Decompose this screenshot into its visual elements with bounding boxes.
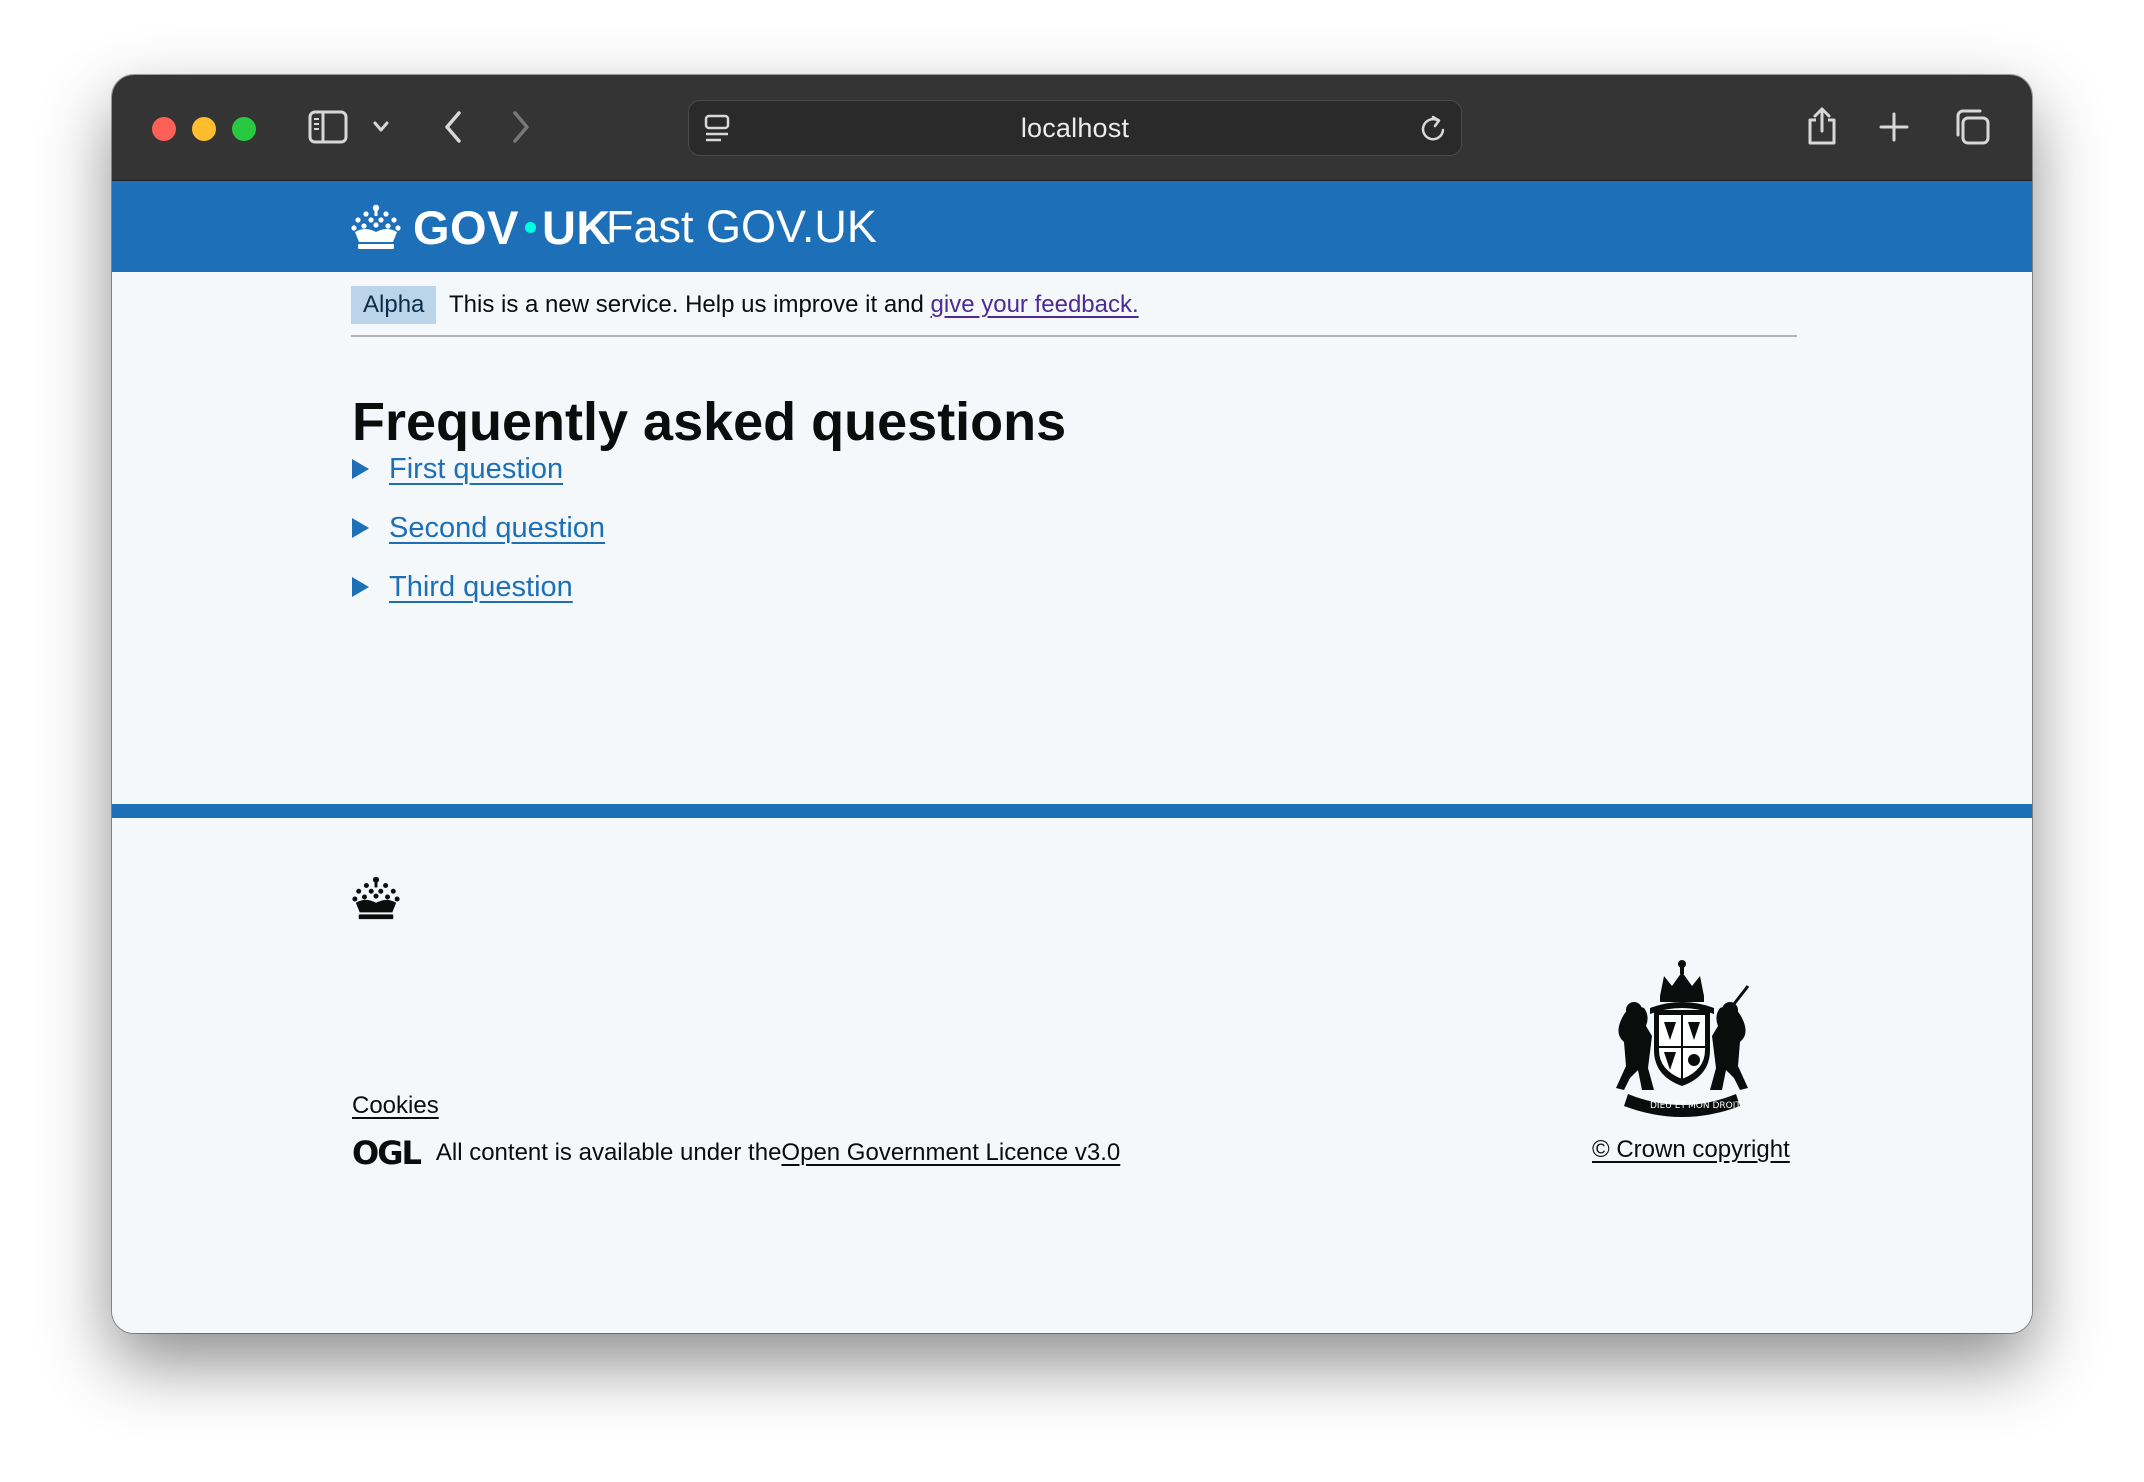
logo-dot: [524, 221, 536, 233]
back-arrow-icon[interactable]: [442, 109, 464, 145]
browser-window: localhost GOV UK Fast GOV.UK Alpha This …: [112, 75, 2032, 1333]
motto-left: DIEU ET: [1650, 1101, 1686, 1111]
share-icon[interactable]: [1804, 105, 1840, 147]
minimize-window-button[interactable]: [192, 117, 216, 141]
cookies-link[interactable]: Cookies: [352, 1092, 439, 1120]
close-window-button[interactable]: [152, 117, 176, 141]
reload-icon[interactable]: [1419, 113, 1449, 145]
faq-question-label[interactable]: First question: [389, 453, 563, 486]
zoom-window-button[interactable]: [232, 117, 256, 141]
phase-banner: Alpha This is a new service. Help us imp…: [351, 286, 1797, 337]
govuk-logo-link[interactable]: GOV UK: [351, 199, 611, 255]
crown-copyright-link[interactable]: © Crown copyright: [1592, 1136, 1790, 1164]
service-name-link[interactable]: Fast GOV.UK: [606, 197, 877, 257]
faq-item-third[interactable]: Third question: [352, 562, 573, 612]
chevron-down-icon[interactable]: [372, 119, 390, 135]
expand-triangle-icon: [352, 577, 369, 597]
plus-icon[interactable]: [1878, 111, 1910, 143]
phase-banner-text: This is a new service. Help us improve i…: [449, 286, 1139, 324]
faq-item-first[interactable]: First question: [352, 444, 563, 494]
tab-overview-icon[interactable]: [1952, 107, 1992, 147]
browser-toolbar: localhost: [112, 75, 2032, 181]
open-government-licence-link[interactable]: Open Government Licence v3.0: [781, 1139, 1120, 1167]
motto-right: MON DROIT: [1688, 1101, 1741, 1111]
licence-row: OGL All content is available under the O…: [352, 1134, 1120, 1172]
phase-tag: Alpha: [351, 286, 437, 324]
forward-arrow-icon[interactable]: [510, 109, 532, 145]
crown-icon: [351, 204, 401, 249]
ogl-logo: OGL: [352, 1134, 422, 1172]
phase-banner-message: This is a new service. Help us improve i…: [449, 291, 931, 318]
logo-text-uk: UK: [541, 200, 611, 254]
licence-text: All content is available under the: [435, 1139, 782, 1166]
faq-question-label[interactable]: Third question: [389, 571, 573, 604]
address-bar[interactable]: localhost: [688, 100, 1462, 156]
expand-triangle-icon: [352, 459, 369, 479]
logo-text-gov: GOV: [413, 200, 519, 254]
expand-triangle-icon: [352, 518, 369, 538]
coat-of-arms-icon: DIEU ET MON DROIT: [1616, 960, 1750, 1117]
govuk-footer: Cookies OGL All content is available und…: [112, 804, 2032, 1333]
sidebar-icon[interactable]: [308, 109, 348, 145]
feedback-link[interactable]: give your feedback.: [931, 291, 1139, 318]
faq-item-second[interactable]: Second question: [352, 503, 605, 553]
faq-question-label[interactable]: Second question: [389, 512, 605, 545]
crown-icon: [352, 876, 400, 920]
url-text: localhost: [1020, 113, 1130, 143]
govuk-header: GOV UK Fast GOV.UK: [112, 181, 2032, 272]
